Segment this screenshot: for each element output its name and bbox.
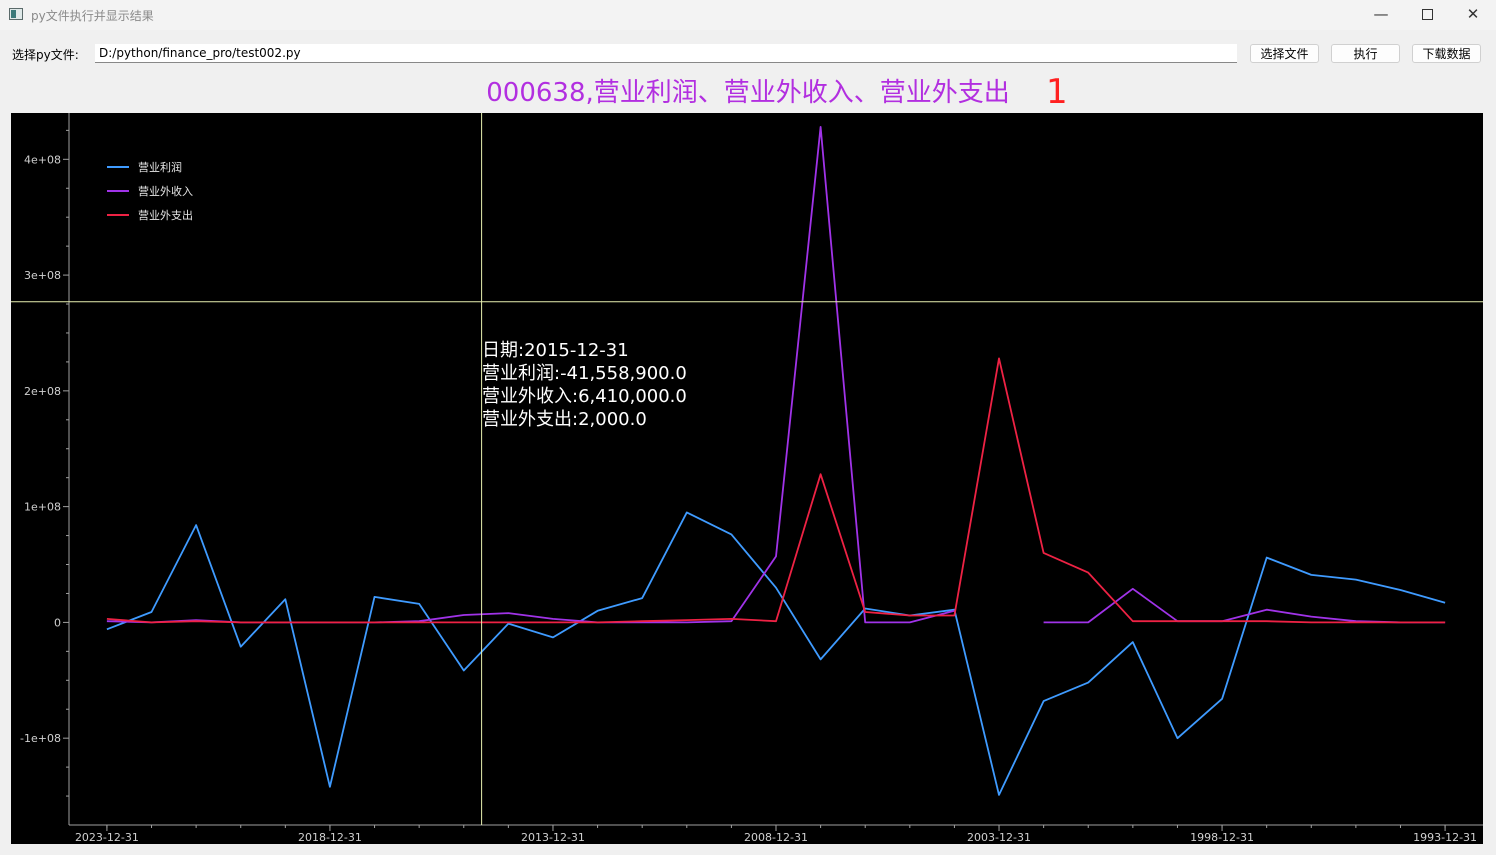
title-bar: py文件执行并显示结果 — ✕ (0, 0, 1496, 30)
maximize-icon (1421, 9, 1433, 20)
y-tick-label: 0 (54, 616, 61, 629)
y-tick-label: 4e+08 (24, 153, 61, 166)
maximize-button[interactable] (1404, 0, 1450, 30)
line-chart: -1e+08 0 1e+08 2e+08 3e+08 4e+08 2023-12-31 201… (11, 113, 1483, 844)
tooltip-date: 日期:2015-12-31 (482, 340, 629, 361)
legend-label: 营业利润 (138, 161, 182, 174)
legend-label: 营业外收入 (138, 185, 193, 198)
series-line-2 (106, 357, 1446, 624)
y-tick-label: 3e+08 (24, 269, 61, 282)
x-tick-label: 1998-12-31 (1190, 831, 1254, 844)
file-label: 选择py文件: (12, 48, 79, 62)
chart-title: 000638,营业利润、营业外收入、营业外支出 (486, 78, 1010, 108)
file-path-input[interactable] (95, 44, 1237, 63)
hover-tooltip: 日期:2015-12-31 营业利润:-41,558,900.0 营业外收入:6… (482, 339, 687, 431)
annotation-1: 1 (1046, 72, 1068, 112)
legend-item-income: 营业外收入 (107, 179, 193, 203)
close-button[interactable]: ✕ (1450, 0, 1496, 30)
x-tick-label: 1993-12-31 (1413, 831, 1477, 844)
y-tick-label: 2e+08 (24, 385, 61, 398)
y-tick-label: -1e+08 (20, 732, 61, 745)
window-title: py文件执行并显示结果 (31, 9, 154, 23)
x-tick-label: 2018-12-31 (298, 831, 362, 844)
x-tick-label: 2023-12-31 (75, 831, 139, 844)
chart-plot-area[interactable]: -1e+08 0 1e+08 2e+08 3e+08 4e+08 2023-12-31 201… (11, 113, 1483, 844)
x-tick-label: 2008-12-31 (744, 831, 808, 844)
x-tick-label: 2003-12-31 (967, 831, 1031, 844)
legend-item-expense: 营业外支出 (107, 203, 193, 227)
x-tick-label: 2013-12-31 (521, 831, 585, 844)
run-button[interactable]: 执行 (1331, 44, 1400, 63)
legend-swatch (107, 190, 129, 192)
y-tick-label: 1e+08 (24, 501, 61, 514)
series-line-1 (1043, 587, 1446, 624)
tooltip-income: 营业外收入:6,410,000.0 (482, 386, 687, 407)
tooltip-expense: 营业外支出:2,000.0 (482, 409, 647, 430)
chart-legend: 营业利润 营业外收入 营业外支出 (107, 155, 193, 227)
tooltip-profit: 营业利润:-41,558,900.0 (482, 363, 687, 384)
minimize-button[interactable]: — (1358, 0, 1404, 30)
app-window-icon (9, 8, 23, 20)
legend-swatch (107, 214, 129, 216)
legend-label: 营业外支出 (138, 209, 193, 222)
legend-item-profit: 营业利润 (107, 155, 193, 179)
legend-swatch (107, 166, 129, 168)
choose-file-button[interactable]: 选择文件 (1250, 44, 1319, 63)
download-data-button[interactable]: 下载数据 (1412, 44, 1481, 63)
